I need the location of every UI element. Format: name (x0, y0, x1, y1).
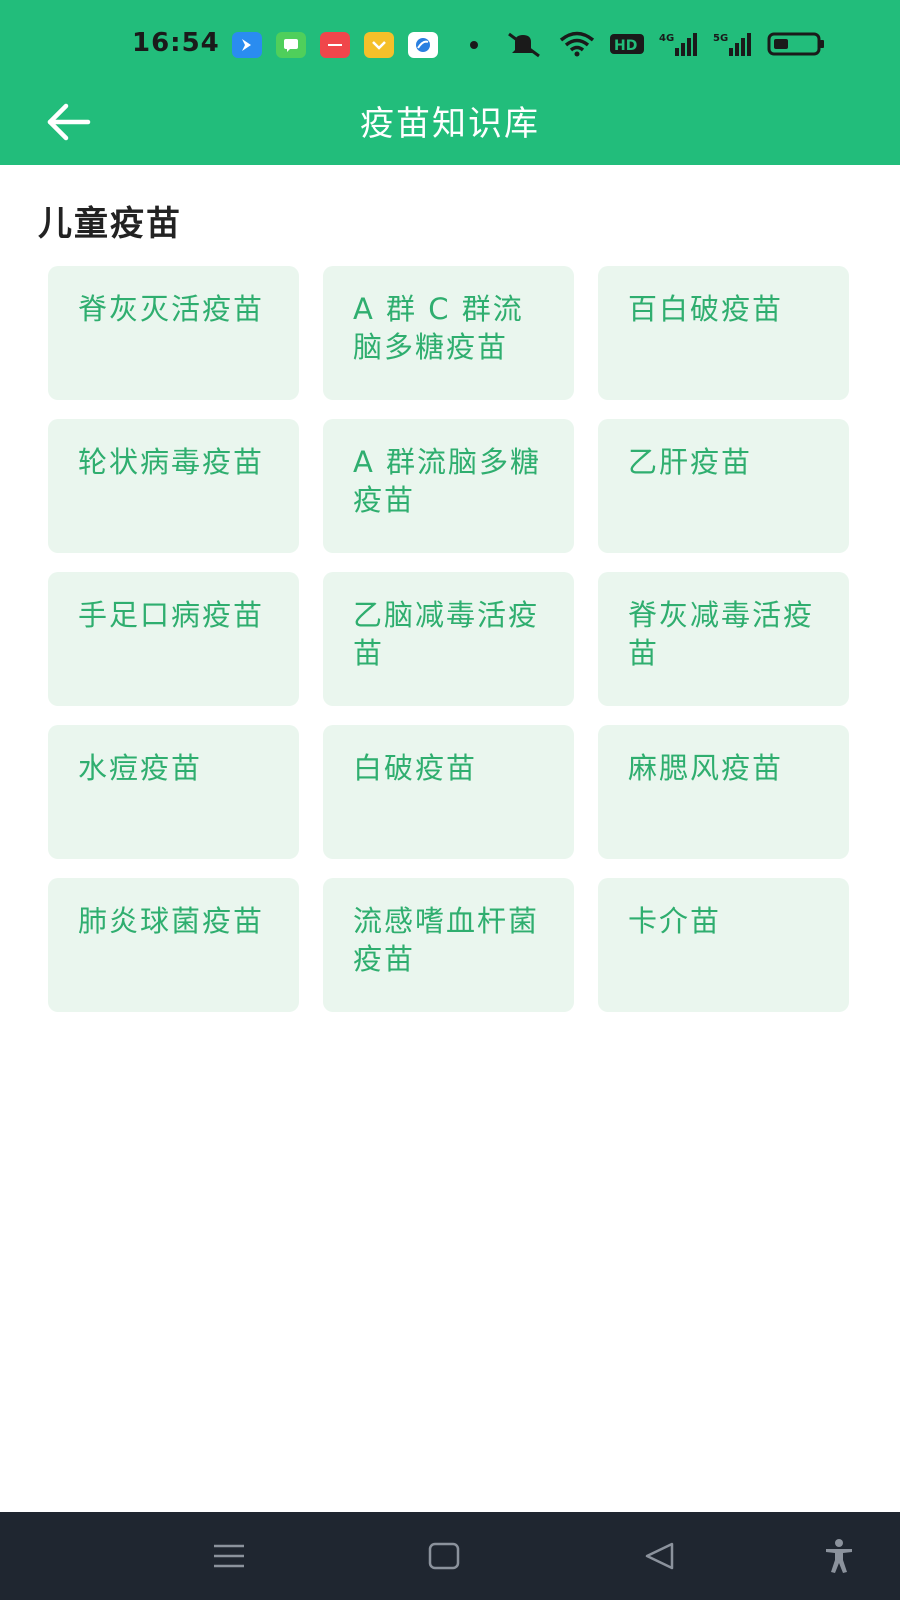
more-notifications-dot (470, 41, 478, 49)
hd-badge-icon: HD (610, 34, 644, 54)
coupon-app-icon (364, 32, 394, 58)
status-bar: 16:54 HD 4G 5G (0, 0, 900, 92)
vaccine-card-label: 脊灰灭活疫苗 (78, 292, 265, 326)
back-nav-button[interactable] (635, 1532, 683, 1580)
vaccine-card[interactable]: 手足口病疫苗 (48, 572, 299, 706)
notification-icons (232, 32, 478, 58)
vaccine-card-label: 麻腮风疫苗 (628, 751, 784, 785)
chat-app-icon (276, 32, 306, 58)
shopping-app-icon (320, 32, 350, 58)
vaccine-card[interactable]: 乙脑减毒活疫苗 (323, 572, 574, 706)
vaccine-card-label: 流感嗜血杆菌疫苗 (353, 904, 540, 976)
vaccine-card[interactable]: 白破疫苗 (323, 725, 574, 859)
vaccine-card-label: 水痘疫苗 (78, 751, 203, 785)
menu-button[interactable] (205, 1532, 253, 1580)
hd-label: HD (614, 38, 637, 54)
vaccine-card[interactable]: 肺炎球菌疫苗 (48, 878, 299, 1012)
vaccine-card-label: 乙肝疫苗 (628, 445, 753, 479)
accessibility-icon (826, 1539, 852, 1573)
vaccine-card-label: 百白破疫苗 (628, 292, 784, 326)
vaccine-card[interactable]: A 群 C 群流脑多糖疫苗 (323, 266, 574, 400)
mute-icon (508, 32, 540, 58)
vaccine-card[interactable]: 流感嗜血杆菌疫苗 (323, 878, 574, 1012)
app-bar: 疫苗知识库 (0, 82, 900, 165)
system-icons: HD 4G 5G (505, 30, 825, 58)
vaccine-card[interactable]: 脊灰灭活疫苗 (48, 266, 299, 400)
system-nav-bar (0, 1512, 900, 1600)
browser-app-icon (408, 32, 438, 58)
vaccine-card[interactable]: 轮状病毒疫苗 (48, 419, 299, 553)
vaccine-card-label: 卡介苗 (628, 904, 722, 938)
4g-label: 4G (659, 33, 674, 44)
signal-4g-icon: 4G (659, 33, 697, 56)
5g-label: 5G (713, 33, 728, 44)
vaccine-card[interactable]: 麻腮风疫苗 (598, 725, 849, 859)
vaccine-card-label: 肺炎球菌疫苗 (78, 904, 265, 938)
vaccine-card[interactable]: 乙肝疫苗 (598, 419, 849, 553)
wifi-icon (559, 31, 595, 57)
vaccine-grid: 脊灰灭活疫苗 A 群 C 群流脑多糖疫苗 百白破疫苗 轮状病毒疫苗 A 群流脑多… (48, 266, 854, 1012)
section-title: 儿童疫苗 (38, 204, 182, 244)
home-icon (428, 1542, 460, 1570)
vaccine-card-label: 乙脑减毒活疫苗 (353, 598, 540, 670)
vaccine-card-label: 脊灰减毒活疫苗 (628, 598, 815, 670)
vaccine-card-label: 白破疫苗 (353, 751, 478, 785)
menu-icon (214, 1544, 244, 1568)
message-app-icon (232, 32, 262, 58)
signal-5g-icon: 5G (713, 33, 751, 56)
back-triangle-icon (645, 1542, 674, 1570)
vaccine-card-label: 轮状病毒疫苗 (78, 445, 265, 479)
vaccine-card-label: 手足口病疫苗 (78, 598, 265, 632)
vaccine-card[interactable]: 水痘疫苗 (48, 725, 299, 859)
top-bar: 16:54 HD 4G 5G 疫苗知识库 (0, 0, 900, 165)
battery-icon (767, 32, 824, 56)
page-title: 疫苗知识库 (360, 104, 540, 144)
accessibility-button[interactable] (815, 1532, 863, 1580)
vaccine-knowledge-screen: 16:54 HD 4G 5G 疫苗知识库 儿童疫苗 脊灰灭活疫苗 A 群 C 群… (0, 0, 900, 1600)
vaccine-card[interactable]: 脊灰减毒活疫苗 (598, 572, 849, 706)
vaccine-card[interactable]: A 群流脑多糖疫苗 (323, 419, 574, 553)
vaccine-card-label: A 群流脑多糖疫苗 (353, 445, 542, 517)
vaccine-card-label: A 群 C 群流脑多糖疫苗 (353, 292, 524, 364)
home-button[interactable] (420, 1532, 468, 1580)
status-time: 16:54 (132, 28, 220, 58)
vaccine-card[interactable]: 卡介苗 (598, 878, 849, 1012)
vaccine-card[interactable]: 百白破疫苗 (598, 266, 849, 400)
